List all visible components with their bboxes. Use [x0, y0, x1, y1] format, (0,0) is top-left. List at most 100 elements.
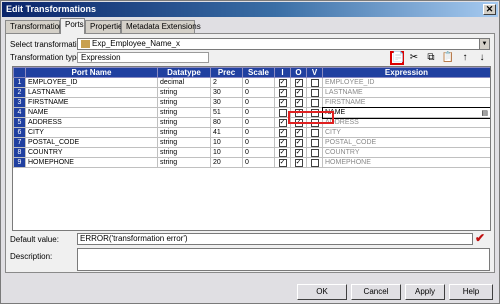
ok-button[interactable]: OK — [297, 284, 347, 300]
expression-cell[interactable]: COUNTRY — [322, 147, 490, 158]
expression-cell[interactable]: EMPLOYEE_ID — [322, 77, 490, 88]
apply-button[interactable]: Apply — [405, 284, 445, 300]
scale-cell[interactable]: 0 — [242, 117, 275, 128]
variable-checkbox[interactable] — [310, 78, 319, 87]
scale-cell[interactable]: 0 — [242, 137, 275, 148]
scale-cell[interactable]: 0 — [242, 87, 275, 98]
variable-checkbox[interactable] — [310, 88, 319, 97]
paste-icon[interactable]: 📋 — [441, 51, 455, 65]
default-value-field[interactable]: ERROR('transformation error') — [77, 233, 473, 245]
scale-cell[interactable]: 0 — [242, 97, 275, 108]
table-row[interactable]: 7 POSTAL_CODE string 10 0 ✓ ✓ POSTAL_COD… — [13, 137, 490, 148]
tab-metadata-extensions[interactable]: Metadata Extensions — [121, 20, 201, 33]
col-output[interactable]: O — [290, 67, 307, 78]
input-checkbox[interactable]: ✓ — [278, 88, 287, 97]
datatype-cell[interactable]: string — [157, 117, 211, 128]
input-checkbox[interactable] — [278, 108, 287, 117]
output-checkbox[interactable]: ✓ — [294, 78, 303, 87]
expression-cell[interactable]: POSTAL_CODE — [322, 137, 490, 148]
cut-icon[interactable]: ✂ — [407, 51, 421, 65]
input-checkbox[interactable]: ✓ — [278, 78, 287, 87]
row-number[interactable]: 6 — [13, 127, 26, 138]
table-row-selected[interactable]: 4 NAME string 51 0 ✓ NAME ▤ — [13, 106, 490, 119]
datatype-cell[interactable]: string — [157, 137, 211, 148]
table-row[interactable]: 3 FIRSTNAME string 30 0 ✓ ✓ FIRSTNAME — [13, 97, 490, 108]
col-port-name[interactable]: Port Name — [25, 67, 158, 78]
move-down-icon[interactable]: ↓ — [475, 51, 489, 65]
output-checkbox[interactable]: ✓ — [294, 158, 303, 167]
output-checkbox[interactable]: ✓ — [294, 128, 303, 137]
table-row[interactable]: 1 EMPLOYEE_ID decimal 2 0 ✓ ✓ EMPLOYEE_I… — [13, 77, 490, 88]
col-prec[interactable]: Prec — [210, 67, 243, 78]
table-row[interactable]: 2 LASTNAME string 30 0 ✓ ✓ LASTNAME — [13, 87, 490, 98]
row-number[interactable]: 8 — [13, 147, 26, 158]
output-checkbox[interactable]: ✓ — [294, 98, 303, 107]
expression-editor-icon[interactable]: ▤ — [481, 109, 488, 117]
prec-cell[interactable]: 10 — [210, 147, 243, 158]
expression-cell[interactable]: CITY — [322, 127, 490, 138]
row-number[interactable]: 9 — [13, 157, 26, 168]
col-expression[interactable]: Expression — [322, 67, 490, 78]
port-name-cell[interactable]: FIRSTNAME — [25, 97, 158, 108]
datatype-cell[interactable]: string — [157, 87, 211, 98]
port-name-cell[interactable]: NAME — [25, 107, 158, 118]
close-button[interactable]: ✕ — [483, 4, 496, 15]
col-scale[interactable]: Scale — [242, 67, 275, 78]
prec-cell[interactable]: 10 — [210, 137, 243, 148]
output-checkbox[interactable]: ✓ — [294, 148, 303, 157]
expression-cell[interactable]: LASTNAME — [322, 87, 490, 98]
new-port-icon[interactable]: 📄 — [390, 51, 404, 65]
datatype-cell[interactable]: string — [157, 157, 211, 168]
input-checkbox[interactable]: ✓ — [278, 148, 287, 157]
expression-cell[interactable]: ADDRESS — [322, 117, 490, 128]
cancel-button[interactable]: Cancel — [351, 284, 401, 300]
prec-cell[interactable]: 80 — [210, 117, 243, 128]
port-name-cell[interactable]: CITY — [25, 127, 158, 138]
datatype-cell[interactable]: decimal — [157, 77, 211, 88]
table-row[interactable]: 6 CITY string 41 0 ✓ ✓ CITY — [13, 127, 490, 138]
variable-checkbox[interactable] — [310, 148, 319, 157]
datatype-cell[interactable]: string — [157, 127, 211, 138]
prec-cell[interactable]: 51 — [210, 107, 243, 118]
variable-checkbox[interactable] — [310, 138, 319, 147]
table-row[interactable]: 8 COUNTRY string 10 0 ✓ ✓ COUNTRY — [13, 147, 490, 158]
port-name-cell[interactable]: ADDRESS — [25, 117, 158, 128]
row-number[interactable]: 4 — [13, 107, 26, 118]
description-field[interactable] — [77, 248, 490, 271]
input-checkbox[interactable]: ✓ — [278, 128, 287, 137]
scale-cell[interactable]: 0 — [242, 147, 275, 158]
port-name-cell[interactable]: LASTNAME — [25, 87, 158, 98]
prec-cell[interactable]: 20 — [210, 157, 243, 168]
move-up-icon[interactable]: ↑ — [458, 51, 472, 65]
prec-cell[interactable]: 30 — [210, 87, 243, 98]
expression-cell[interactable]: HOMEPHONE — [322, 157, 490, 168]
row-number[interactable]: 5 — [13, 117, 26, 128]
table-row[interactable]: 9 HOMEPHONE string 20 0 ✓ ✓ HOMEPHONE — [13, 157, 490, 168]
datatype-cell[interactable]: string — [157, 147, 211, 158]
output-checkbox[interactable]: ✓ — [294, 88, 303, 97]
port-name-cell[interactable]: POSTAL_CODE — [25, 137, 158, 148]
datatype-cell[interactable]: string — [157, 97, 211, 108]
port-name-cell[interactable]: COUNTRY — [25, 147, 158, 158]
prec-cell[interactable]: 30 — [210, 97, 243, 108]
row-number[interactable]: 2 — [13, 87, 26, 98]
port-name-cell[interactable]: HOMEPHONE — [25, 157, 158, 168]
scale-cell[interactable]: 0 — [242, 77, 275, 88]
tab-ports[interactable]: Ports — [60, 18, 85, 34]
help-button[interactable]: Help — [449, 284, 493, 300]
scale-cell[interactable]: 0 — [242, 127, 275, 138]
chevron-down-icon[interactable]: ▼ — [479, 39, 489, 49]
prec-cell[interactable]: 41 — [210, 127, 243, 138]
input-checkbox[interactable]: ✓ — [278, 118, 287, 127]
row-number[interactable]: 1 — [13, 77, 26, 88]
tab-properties[interactable]: Properties — [85, 20, 126, 33]
port-name-cell[interactable]: EMPLOYEE_ID — [25, 77, 158, 88]
input-checkbox[interactable]: ✓ — [278, 98, 287, 107]
variable-checkbox[interactable] — [310, 128, 319, 137]
expression-cell-active[interactable]: NAME ▤ — [321, 106, 490, 119]
col-datatype[interactable]: Datatype — [157, 67, 211, 78]
row-number[interactable]: 7 — [13, 137, 26, 148]
output-checkbox[interactable]: ✓ — [294, 138, 303, 147]
variable-checkbox[interactable] — [310, 98, 319, 107]
prec-cell[interactable]: 2 — [210, 77, 243, 88]
